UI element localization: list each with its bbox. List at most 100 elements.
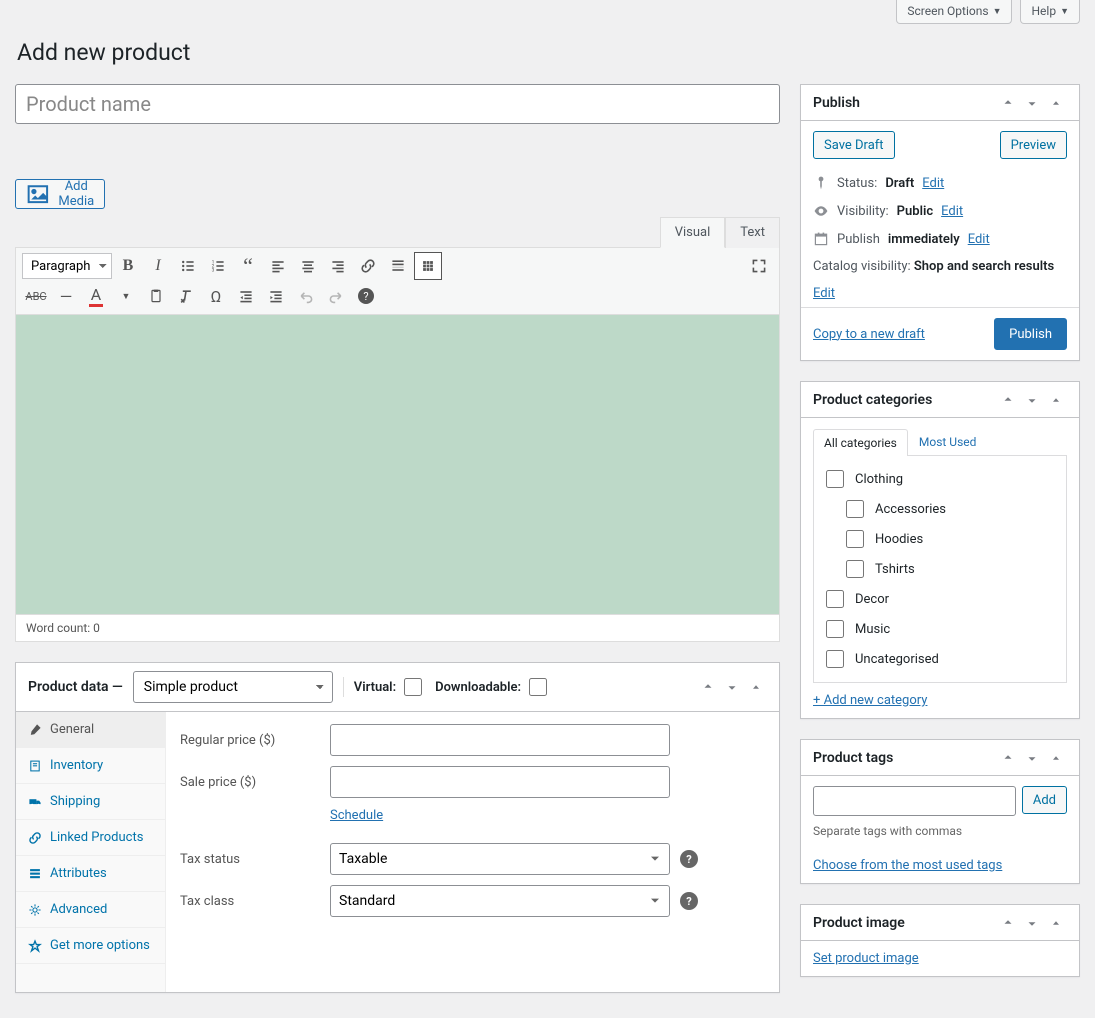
virtual-checkbox-wrap[interactable]: Virtual: bbox=[354, 675, 425, 699]
product-name-input[interactable] bbox=[15, 84, 780, 124]
bold-button[interactable]: B bbox=[114, 252, 142, 280]
box-up-icon[interactable] bbox=[997, 747, 1019, 769]
cat-item-accessories[interactable]: Accessories bbox=[842, 494, 1058, 524]
box-up-icon[interactable] bbox=[997, 92, 1019, 114]
bullet-list-button[interactable] bbox=[174, 252, 202, 280]
italic-button[interactable]: I bbox=[144, 252, 172, 280]
cat-checkbox[interactable] bbox=[826, 590, 844, 608]
pd-tab-advanced[interactable]: Advanced bbox=[16, 892, 165, 928]
cat-checkbox[interactable] bbox=[846, 560, 864, 578]
edit-catalog-link[interactable]: Edit bbox=[813, 286, 1067, 301]
schedule-link[interactable]: Schedule bbox=[330, 808, 383, 823]
pd-tab-get-more[interactable]: Get more options bbox=[16, 928, 165, 964]
cat-checkbox[interactable] bbox=[826, 470, 844, 488]
screen-options-button[interactable]: Screen Options ▼ bbox=[896, 0, 1012, 24]
add-tag-button[interactable]: Add bbox=[1022, 786, 1067, 814]
status-row: Status: Draft Edit bbox=[801, 169, 1079, 197]
blockquote-button[interactable]: “ bbox=[234, 252, 262, 280]
cat-item-clothing[interactable]: Clothing bbox=[822, 464, 1058, 494]
downloadable-checkbox-wrap[interactable]: Downloadable: bbox=[435, 675, 550, 699]
regular-price-input[interactable] bbox=[330, 724, 670, 756]
box-toggle-icon[interactable] bbox=[1045, 747, 1067, 769]
cat-item-decor[interactable]: Decor bbox=[822, 584, 1058, 614]
editor-canvas[interactable] bbox=[15, 315, 780, 615]
sale-price-input[interactable] bbox=[330, 766, 670, 798]
cat-tab-all[interactable]: All categories bbox=[813, 429, 908, 456]
cat-tab-most[interactable]: Most Used bbox=[908, 428, 988, 455]
align-center-button[interactable] bbox=[294, 252, 322, 280]
box-toggle-icon[interactable] bbox=[745, 676, 767, 698]
numbered-list-button[interactable]: 123 bbox=[204, 252, 232, 280]
box-down-icon[interactable] bbox=[1021, 747, 1043, 769]
readmore-button[interactable] bbox=[384, 252, 412, 280]
add-category-link[interactable]: + Add new category bbox=[813, 693, 927, 708]
cat-checkbox[interactable] bbox=[846, 500, 864, 518]
tag-input[interactable] bbox=[813, 786, 1016, 816]
box-toggle-icon[interactable] bbox=[1045, 912, 1067, 934]
pd-tab-shipping[interactable]: Shipping bbox=[16, 784, 165, 820]
box-up-icon[interactable] bbox=[997, 389, 1019, 411]
box-up-icon[interactable] bbox=[997, 912, 1019, 934]
outdent-button[interactable] bbox=[232, 282, 260, 310]
paste-text-button[interactable] bbox=[142, 282, 170, 310]
hr-button[interactable]: — bbox=[52, 282, 80, 310]
help-icon[interactable]: ? bbox=[680, 850, 698, 868]
toolbar-toggle-button[interactable] bbox=[414, 252, 442, 280]
tax-class-select[interactable]: Standard bbox=[330, 885, 670, 917]
cat-item-tshirts[interactable]: Tshirts bbox=[842, 554, 1058, 584]
redo-button[interactable] bbox=[322, 282, 350, 310]
downloadable-checkbox[interactable] bbox=[529, 678, 547, 696]
box-down-icon[interactable] bbox=[1021, 389, 1043, 411]
edit-visibility-link[interactable]: Edit bbox=[941, 204, 963, 219]
strikethrough-button[interactable]: ABC bbox=[22, 282, 50, 310]
preview-button[interactable]: Preview bbox=[1000, 131, 1067, 159]
cat-item-music[interactable]: Music bbox=[822, 614, 1058, 644]
help-icon[interactable]: ? bbox=[680, 892, 698, 910]
tax-class-label: Tax class bbox=[180, 894, 320, 909]
product-data-heading: Product data — bbox=[28, 679, 123, 695]
clear-formatting-button[interactable] bbox=[172, 282, 200, 310]
copy-draft-link[interactable]: Copy to a new draft bbox=[813, 327, 925, 342]
undo-button[interactable] bbox=[292, 282, 320, 310]
virtual-checkbox[interactable] bbox=[404, 678, 422, 696]
cat-item-uncategorised[interactable]: Uncategorised bbox=[822, 644, 1058, 674]
pd-tab-linked[interactable]: Linked Products bbox=[16, 820, 165, 856]
set-product-image-link[interactable]: Set product image bbox=[813, 951, 919, 966]
pd-tab-inventory[interactable]: Inventory bbox=[16, 748, 165, 784]
tax-status-select[interactable]: Taxable bbox=[330, 843, 670, 875]
cat-checkbox[interactable] bbox=[826, 620, 844, 638]
text-color-menu-button[interactable]: ▼ bbox=[112, 282, 140, 310]
save-draft-button[interactable]: Save Draft bbox=[813, 131, 895, 159]
indent-button[interactable] bbox=[262, 282, 290, 310]
product-type-select[interactable]: Simple product bbox=[133, 671, 333, 703]
publish-button[interactable]: Publish bbox=[994, 318, 1067, 350]
tab-visual[interactable]: Visual bbox=[660, 217, 726, 248]
edit-status-link[interactable]: Edit bbox=[922, 176, 944, 191]
box-up-icon[interactable] bbox=[697, 676, 719, 698]
screen-options-label: Screen Options bbox=[907, 4, 988, 18]
fullscreen-button[interactable] bbox=[745, 252, 773, 280]
text-color-button[interactable]: A bbox=[82, 282, 110, 310]
tag-hint: Separate tags with commas bbox=[813, 824, 1067, 838]
link-button[interactable] bbox=[354, 252, 382, 280]
align-left-button[interactable] bbox=[264, 252, 292, 280]
pd-tab-general[interactable]: General bbox=[16, 712, 165, 748]
cat-checkbox[interactable] bbox=[826, 650, 844, 668]
cat-checkbox[interactable] bbox=[846, 530, 864, 548]
box-toggle-icon[interactable] bbox=[1045, 389, 1067, 411]
tab-text[interactable]: Text bbox=[725, 217, 780, 248]
special-char-button[interactable]: Ω bbox=[202, 282, 230, 310]
cat-item-hoodies[interactable]: Hoodies bbox=[842, 524, 1058, 554]
align-right-button[interactable] bbox=[324, 252, 352, 280]
box-down-icon[interactable] bbox=[1021, 92, 1043, 114]
box-down-icon[interactable] bbox=[721, 676, 743, 698]
help-button-editor[interactable]: ? bbox=[352, 282, 380, 310]
box-down-icon[interactable] bbox=[1021, 912, 1043, 934]
choose-tags-link[interactable]: Choose from the most used tags bbox=[813, 858, 1067, 873]
add-media-button[interactable]: Add Media bbox=[15, 179, 105, 209]
pd-tab-attributes[interactable]: Attributes bbox=[16, 856, 165, 892]
format-select[interactable]: Paragraph bbox=[22, 253, 112, 279]
edit-publish-link[interactable]: Edit bbox=[968, 232, 990, 247]
help-button[interactable]: Help ▼ bbox=[1020, 0, 1080, 24]
box-toggle-icon[interactable] bbox=[1045, 92, 1067, 114]
